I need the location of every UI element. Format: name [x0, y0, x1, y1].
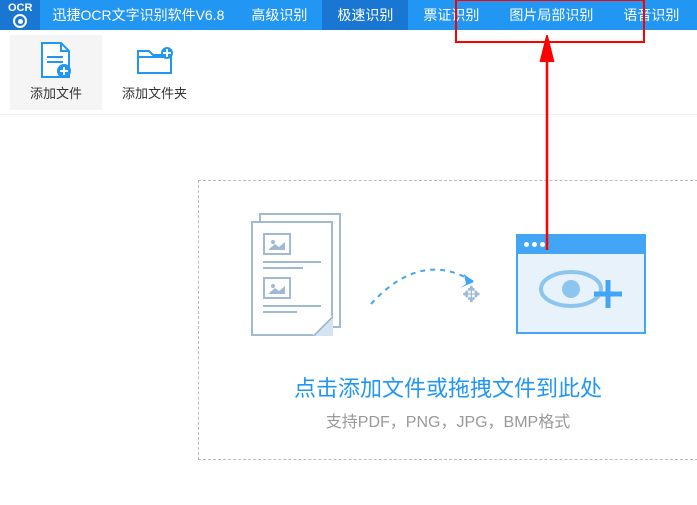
tab-bar: 高级识别 极速识别 票证识别 图片局部识别 语音识别 — [236, 0, 694, 30]
tab-partial[interactable]: 图片局部识别 — [494, 0, 608, 30]
logo-text: OCR — [8, 2, 32, 14]
tab-advanced[interactable]: 高级识别 — [236, 0, 322, 30]
toolbar: 添加文件 添加文件夹 — [0, 30, 697, 115]
tab-voice[interactable]: 语音识别 — [608, 0, 694, 30]
folder-add-icon — [135, 43, 175, 78]
eye-icon — [13, 14, 27, 28]
move-icon: ✥ — [462, 282, 480, 308]
file-add-icon — [36, 43, 76, 78]
drop-zone-text: 点击添加文件或拖拽文件到此处 支持PDF，PNG，JPG，BMP格式 — [229, 371, 667, 432]
drop-zone-graphic: ✥ — [229, 221, 667, 346]
arrow-icon: ✥ — [366, 254, 496, 314]
app-header: OCR 迅捷OCR文字识别软件V6.8 高级识别 极速识别 票证识别 图片局部识… — [0, 0, 697, 30]
tab-ticket[interactable]: 票证识别 — [408, 0, 494, 30]
app-logo: OCR — [0, 0, 40, 30]
document-icon — [251, 221, 346, 346]
drop-zone[interactable]: ✥ 点击添加文件或拖拽文件到此处 支持PDF，PNG，JPG，BMP格式 — [198, 180, 697, 460]
add-folder-button[interactable]: 添加文件夹 — [102, 35, 207, 110]
drop-zone-title: 点击添加文件或拖拽文件到此处 — [229, 371, 667, 403]
add-folder-label: 添加文件夹 — [122, 83, 187, 102]
preview-icon — [516, 234, 646, 334]
add-file-label: 添加文件 — [30, 83, 82, 102]
main-area: ✥ 点击添加文件或拖拽文件到此处 支持PDF，PNG，JPG，BMP格式 — [0, 115, 697, 505]
drop-zone-subtitle: 支持PDF，PNG，JPG，BMP格式 — [229, 408, 667, 432]
add-file-button[interactable]: 添加文件 — [10, 35, 102, 110]
tab-fast[interactable]: 极速识别 — [322, 0, 408, 30]
watermark: 兴顺综合新闻网 — [469, 457, 672, 497]
app-title: 迅捷OCR文字识别软件V6.8 — [40, 5, 236, 25]
